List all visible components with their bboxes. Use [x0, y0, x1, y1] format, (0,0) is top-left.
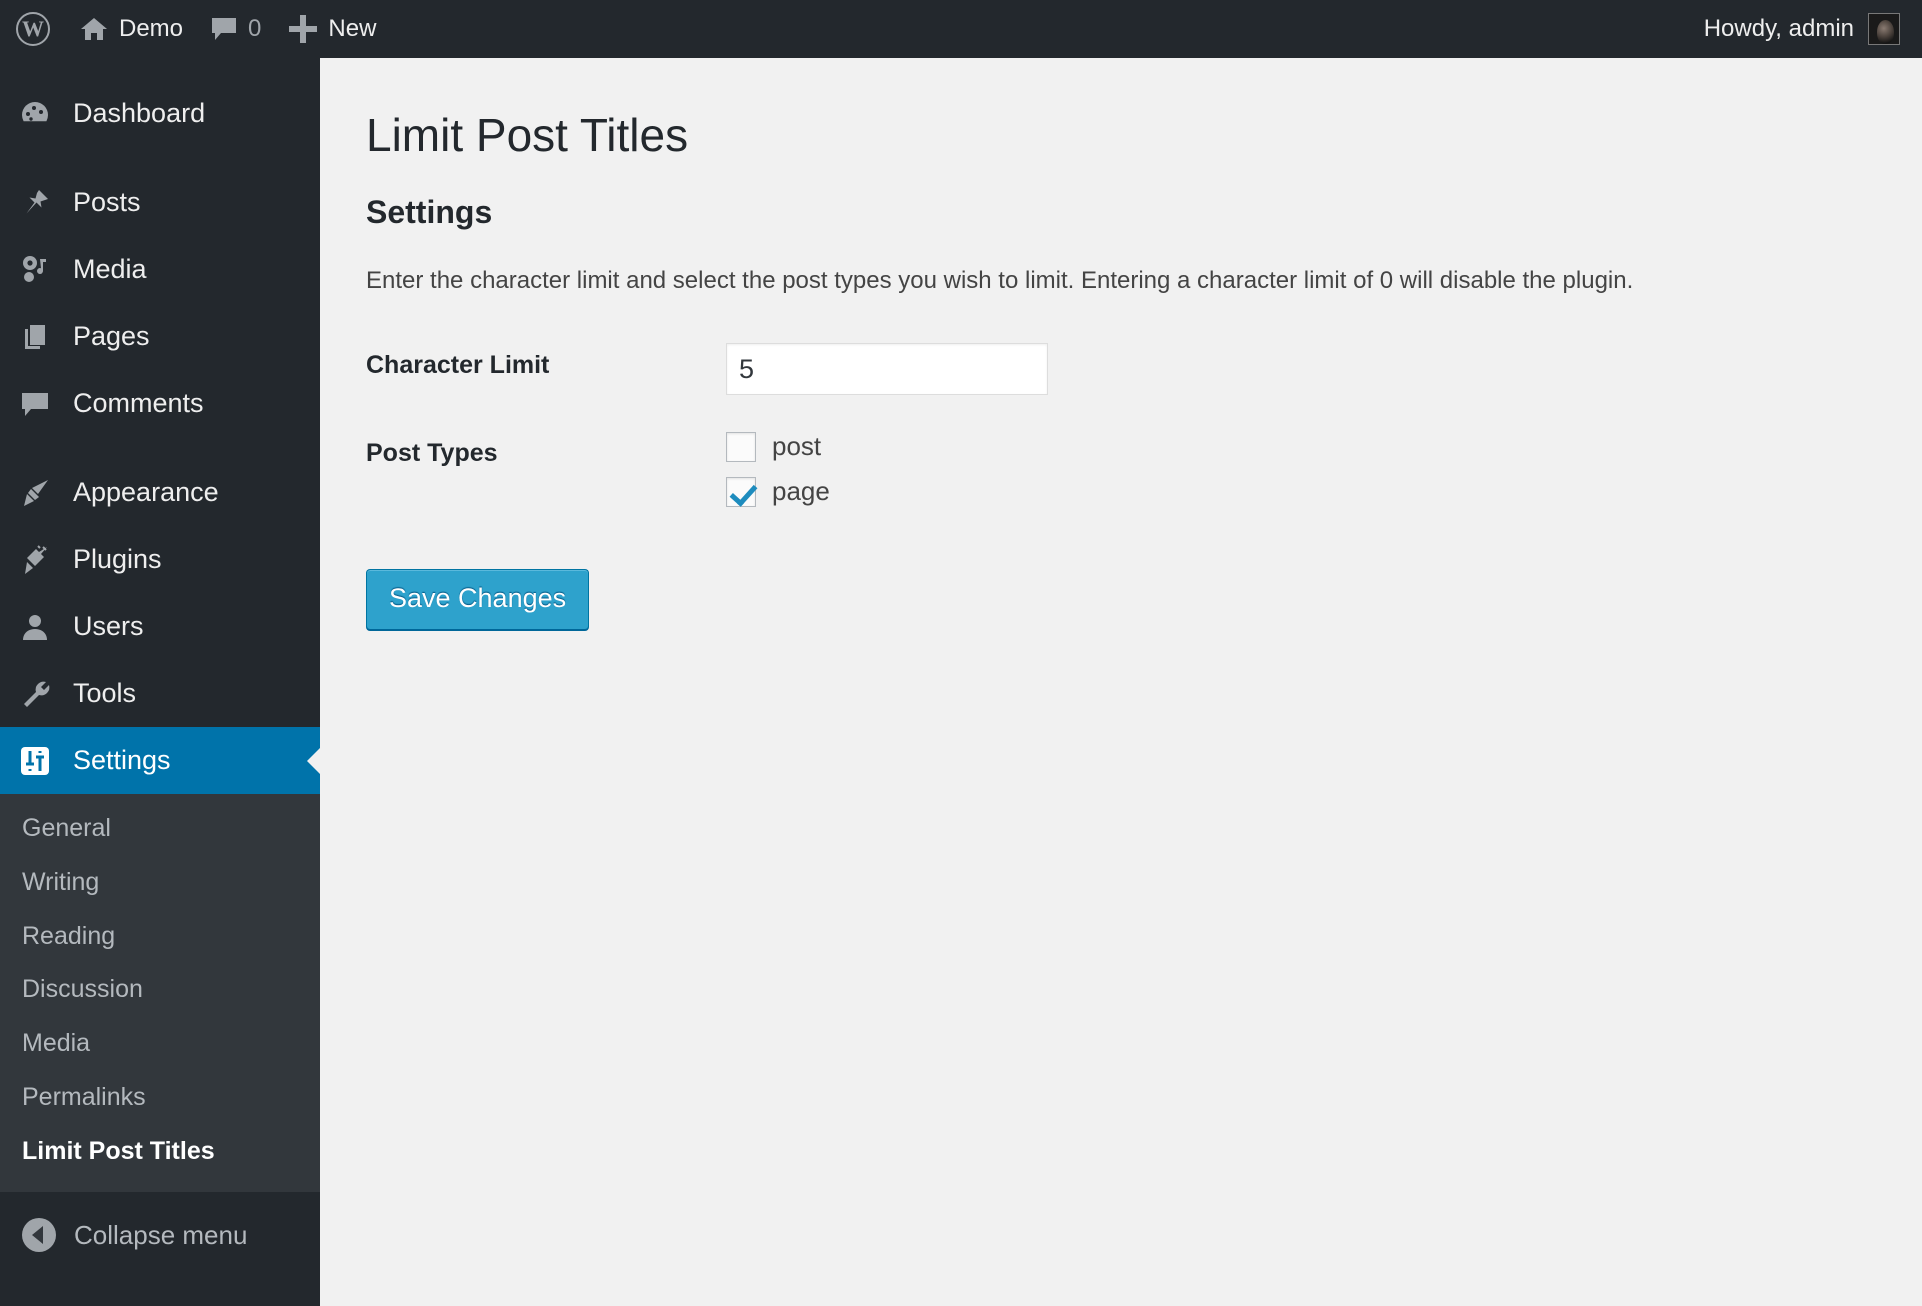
character-limit-label: Character Limit: [366, 351, 550, 380]
settings-form-table: Character Limit Post Types post page: [366, 325, 1894, 539]
sidebar-item-label: Dashboard: [73, 98, 206, 128]
sidebar-item-posts[interactable]: Posts: [0, 169, 320, 236]
submenu-item-media[interactable]: Media: [0, 1017, 320, 1071]
new-content-menu[interactable]: New: [275, 0, 390, 58]
submenu-item-reading[interactable]: Reading: [0, 910, 320, 964]
comment-bubble-icon: [211, 16, 237, 42]
page-title: Limit Post Titles: [366, 109, 689, 161]
character-limit-row: Character Limit: [366, 325, 1894, 413]
user-icon: [17, 609, 53, 645]
post-type-option-page[interactable]: page: [726, 476, 1894, 507]
sidebar-item-label: Users: [73, 611, 144, 641]
collapse-menu-label: Collapse menu: [74, 1219, 248, 1250]
character-limit-field-cell: [726, 325, 1894, 413]
comments-count: 0: [248, 15, 262, 42]
section-description: Enter the character limit and select the…: [366, 267, 1634, 295]
comments-bubble-button[interactable]: 0: [197, 0, 275, 58]
wordpress-logo-button[interactable]: W: [0, 0, 66, 58]
settings-sliders-icon: [17, 743, 53, 779]
arrow-left-circle-icon: [22, 1218, 56, 1253]
settings-submenu: General Writing Reading Discussion Media…: [0, 794, 320, 1193]
sidebar-item-dashboard[interactable]: Dashboard: [0, 80, 320, 147]
site-name-menu[interactable]: Demo: [66, 0, 197, 58]
submenu-item-writing[interactable]: Writing: [0, 856, 320, 910]
new-content-label: New: [328, 15, 377, 42]
howdy-label: Howdy, admin: [1703, 15, 1854, 42]
avatar: [1868, 13, 1900, 45]
checkbox-page-label[interactable]: page: [772, 476, 830, 507]
sidebar-item-comments[interactable]: Comments: [0, 370, 320, 437]
post-types-row: Post Types post page: [366, 413, 1894, 539]
post-types-field-cell: post page: [726, 413, 1894, 539]
sidebar-item-settings[interactable]: Settings: [0, 727, 321, 794]
sidebar-item-label: Appearance: [73, 477, 219, 507]
paintbrush-icon: [17, 475, 53, 511]
character-limit-input[interactable]: [726, 343, 1048, 396]
sidebar-item-label: Tools: [73, 678, 137, 708]
submenu-item-permalinks[interactable]: Permalinks: [0, 1071, 320, 1125]
dashboard-icon: [17, 96, 53, 132]
site-name-label: Demo: [119, 15, 184, 42]
sidebar-item-appearance[interactable]: Appearance: [0, 459, 320, 526]
media-icon: [17, 252, 53, 288]
comment-bubble-icon: [17, 386, 53, 422]
sidebar-separator: [0, 437, 320, 459]
sidebar-item-plugins[interactable]: Plugins: [0, 526, 320, 593]
home-icon: [80, 16, 108, 42]
sidebar-item-label: Media: [73, 254, 147, 284]
sidebar-item-users[interactable]: Users: [0, 593, 320, 660]
checkbox-page[interactable]: [726, 476, 756, 507]
checkbox-post[interactable]: [726, 431, 756, 462]
sidebar-item-tools[interactable]: Tools: [0, 660, 320, 727]
post-type-option-post[interactable]: post: [726, 431, 1894, 462]
main-content: Limit Post Titles Settings Enter the cha…: [320, 58, 1922, 1306]
post-types-label: Post Types: [366, 439, 498, 468]
submenu-item-limit-post-titles[interactable]: Limit Post Titles: [0, 1125, 320, 1179]
sidebar-item-label: Settings: [73, 745, 171, 775]
sidebar-item-label: Comments: [73, 388, 204, 418]
collapse-menu-button[interactable]: Collapse menu: [0, 1192, 320, 1278]
plug-icon: [17, 542, 53, 578]
sidebar-item-media[interactable]: Media: [0, 236, 320, 303]
plus-icon: [289, 15, 318, 43]
section-heading: Settings: [366, 193, 493, 230]
sidebar-menu: Dashboard Posts Media Pages Comments App…: [0, 58, 321, 794]
sidebar-item-label: Plugins: [73, 544, 162, 574]
admin-sidebar: Dashboard Posts Media Pages Comments App…: [0, 58, 321, 1306]
account-menu[interactable]: Howdy, admin: [1690, 0, 1922, 58]
sidebar-item-label: Pages: [73, 321, 150, 351]
wrench-icon: [17, 676, 53, 712]
sidebar-item-label: Posts: [73, 187, 141, 217]
pin-icon: [17, 185, 53, 221]
sidebar-item-pages[interactable]: Pages: [0, 303, 320, 370]
wordpress-logo-icon: W: [16, 12, 50, 46]
submenu-item-discussion[interactable]: Discussion: [0, 963, 320, 1017]
pages-icon: [17, 319, 53, 355]
save-changes-button[interactable]: Save Changes: [366, 569, 590, 630]
submenu-item-general[interactable]: General: [0, 802, 320, 856]
sidebar-separator: [0, 147, 320, 169]
admin-bar: W Demo 0 New Howdy, admin: [0, 0, 1922, 58]
checkbox-post-label[interactable]: post: [772, 431, 821, 462]
